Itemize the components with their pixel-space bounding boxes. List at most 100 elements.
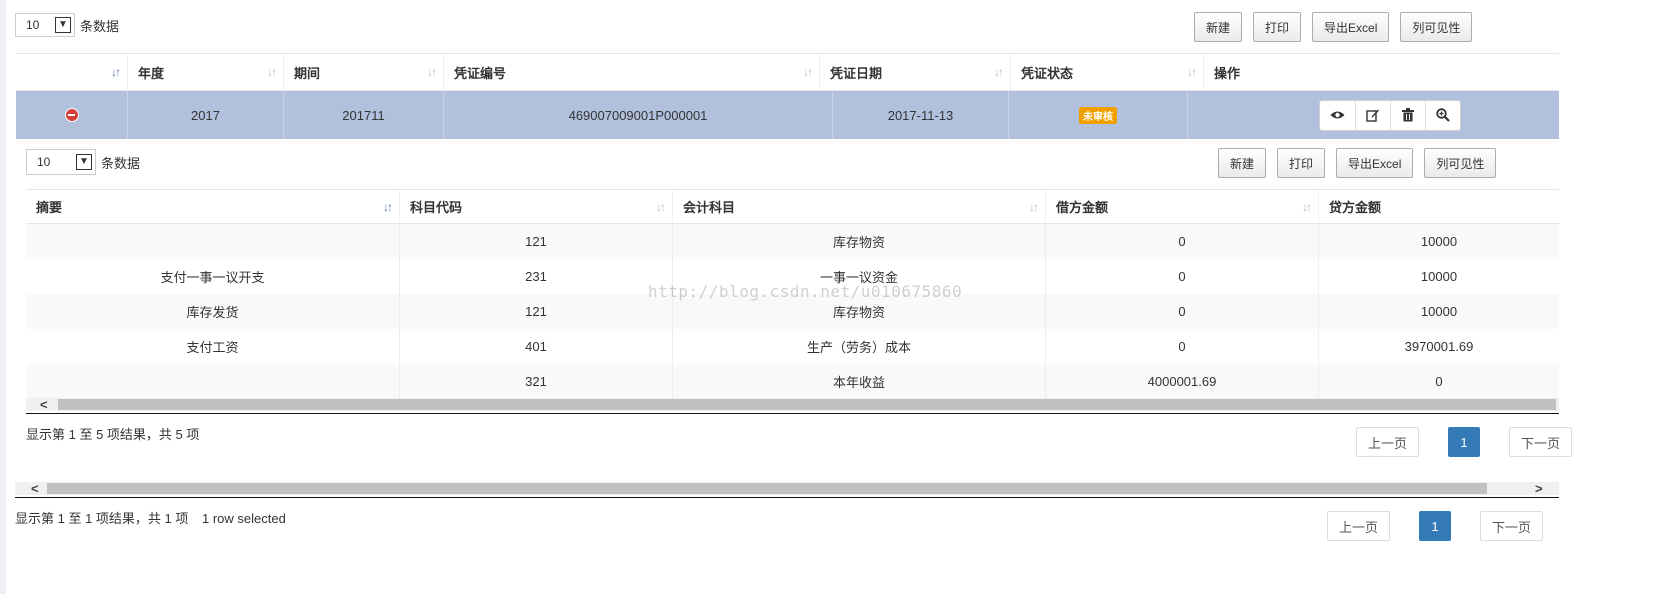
outer-cell-status: 未审核 — [1008, 91, 1187, 139]
outer-row-control[interactable] — [16, 91, 127, 139]
inner-page-1-button[interactable]: 1 — [1448, 427, 1481, 457]
outer-page-length-label: 条数据 — [80, 18, 120, 34]
outer-col-actions-label: 操作 — [1214, 65, 1241, 81]
outer-col-control[interactable]: ↓↑ — [16, 54, 127, 90]
outer-scrollbar-thumb[interactable] — [47, 483, 1487, 494]
inner-table-header: 摘要 ↓↑ 科目代码 ↓↑ 会计科目 ↓↑ 借方金额 ↓↑ 贷方金额 — [26, 189, 1559, 224]
inner-scrollbar-thumb[interactable] — [58, 399, 1556, 410]
edit-icon[interactable] — [1355, 100, 1390, 130]
outer-column-visibility-button[interactable]: 列可见性 — [1400, 12, 1473, 42]
outer-col-voucher-no[interactable]: 凭证编号 ↓↑ — [443, 54, 819, 90]
outer-table-header: ↓↑ 年度 ↓↑ 期间 ↓↑ 凭证编号 ↓↑ 凭证日期 ↓↑ 凭证状态 ↓↑ 操… — [16, 53, 1559, 91]
left-edge — [0, 0, 6, 594]
outer-col-date[interactable]: 凭证日期 ↓↑ — [819, 54, 1010, 90]
cell-credit: 10000 — [1318, 224, 1559, 259]
table-row[interactable]: 库存发货 121 库存物资 0 10000 — [26, 294, 1559, 329]
trash-icon[interactable] — [1390, 100, 1425, 130]
outer-col-period-label: 期间 — [294, 65, 321, 81]
outer-new-button[interactable]: 新建 — [1194, 12, 1243, 42]
table-row[interactable]: 支付一事一议开支 231 一事一议资金 0 10000 — [26, 259, 1559, 294]
outer-col-year[interactable]: 年度 ↓↑ — [127, 54, 283, 90]
outer-page-length: 10 ▼ 条数据 — [15, 13, 119, 37]
cell-code: 321 — [399, 364, 672, 399]
outer-table-info: 显示第 1 至 1 项结果，共 1 项 1 row selected — [15, 508, 286, 527]
chevron-left-icon[interactable]: < — [40, 397, 48, 412]
inner-export-excel-button[interactable]: 导出Excel — [1336, 148, 1414, 178]
sort-icon: ↓↑ — [1187, 65, 1197, 79]
inner-print-button[interactable]: 打印 — [1277, 148, 1326, 178]
outer-toolbar: 新建 打印 导出Excel 列可见性 — [1194, 12, 1473, 42]
chevron-right-icon[interactable]: > — [1535, 481, 1543, 496]
inner-col-debit[interactable]: 借方金额 ↓↑ — [1045, 190, 1318, 223]
outer-prev-page-button[interactable]: 上一页 — [1327, 511, 1391, 541]
cell-credit: 0 — [1318, 364, 1559, 399]
inner-toolbar: 新建 打印 导出Excel 列可见性 — [1218, 148, 1497, 178]
outer-col-actions: 操作 — [1203, 54, 1559, 90]
inner-page-length-value: 10 — [37, 155, 51, 169]
cell-code: 121 — [399, 224, 672, 259]
cell-summary: 库存发货 — [186, 305, 239, 320]
cell-account: 一事一议资金 — [672, 259, 1045, 294]
chevron-down-icon: ▼ — [55, 17, 71, 33]
outer-print-button[interactable]: 打印 — [1253, 12, 1302, 42]
cell-summary: 支付一事一议开支 — [160, 270, 265, 285]
inner-column-visibility-button[interactable]: 列可见性 — [1424, 148, 1497, 178]
outer-cell-period: 201711 — [283, 91, 443, 139]
outer-export-excel-button[interactable]: 导出Excel — [1312, 12, 1390, 42]
cell-debit: 0 — [1045, 329, 1318, 364]
outer-col-year-label: 年度 — [138, 65, 165, 81]
outer-cell-date: 2017-11-13 — [832, 91, 1008, 139]
cell-account: 本年收益 — [672, 364, 1045, 399]
outer-col-voucher-no-label: 凭证编号 — [454, 65, 507, 81]
sort-icon: ↓↑ — [1302, 199, 1312, 214]
inner-col-code[interactable]: 科目代码 ↓↑ — [399, 190, 672, 223]
inner-page-length-select[interactable]: 10 ▼ — [26, 149, 96, 175]
cell-credit: 3970001.69 — [1318, 329, 1559, 364]
table-row[interactable]: 321 本年收益 4000001.69 0 — [26, 364, 1559, 399]
chevron-left-icon[interactable]: < — [31, 481, 39, 496]
table-row[interactable]: 121 库存物资 0 10000 — [26, 224, 1559, 259]
inner-next-page-button[interactable]: 下一页 — [1509, 427, 1573, 457]
cell-credit: 10000 — [1318, 294, 1559, 329]
outer-page-1-button[interactable]: 1 — [1419, 511, 1452, 541]
outer-cell-actions — [1187, 91, 1559, 139]
cell-code: 401 — [399, 329, 672, 364]
inner-col-summary[interactable]: 摘要 ↓↑ — [26, 190, 399, 223]
eye-icon[interactable] — [1320, 101, 1355, 130]
outer-col-status[interactable]: 凭证状态 ↓↑ — [1010, 54, 1203, 90]
outer-page-length-value: 10 — [26, 18, 40, 32]
inner-table-info: 显示第 1 至 5 项结果，共 5 项 — [26, 427, 200, 442]
inner-prev-page-button[interactable]: 上一页 — [1356, 427, 1420, 457]
cell-debit: 0 — [1045, 224, 1318, 259]
outer-cell-year: 2017 — [127, 91, 283, 139]
row-action-group — [1319, 99, 1461, 131]
inner-new-button[interactable]: 新建 — [1218, 148, 1267, 178]
outer-pagination: 上一页 1 下一页 — [1327, 511, 1544, 541]
inner-pagination: 上一页 1 下一页 — [1356, 427, 1573, 457]
zoom-icon[interactable] — [1425, 100, 1460, 130]
outer-col-date-label: 凭证日期 — [830, 65, 883, 81]
sort-icon: ↓↑ — [656, 199, 666, 214]
table-row[interactable]: 支付工资 401 生产（劳务）成本 0 3970001.69 — [26, 329, 1559, 364]
cell-account: 库存物资 — [672, 224, 1045, 259]
outer-cell-voucher-no: 469007009001P000001 — [443, 91, 832, 139]
inner-col-debit-label: 借方金额 — [1056, 200, 1109, 215]
minus-circle-icon[interactable] — [64, 108, 79, 122]
inner-col-credit-label: 贷方金额 — [1329, 200, 1382, 215]
chevron-down-icon: ▼ — [76, 154, 92, 170]
sort-icon: ↓↑ — [1029, 199, 1039, 214]
cell-summary — [26, 224, 399, 259]
cell-debit: 0 — [1045, 294, 1318, 329]
cell-account: 库存物资 — [672, 294, 1045, 329]
outer-next-page-button[interactable]: 下一页 — [1480, 511, 1544, 541]
outer-col-period[interactable]: 期间 ↓↑ — [283, 54, 443, 90]
inner-col-summary-label: 摘要 — [36, 200, 63, 215]
inner-col-credit[interactable]: 贷方金额 — [1318, 190, 1559, 223]
outer-page-length-select[interactable]: 10 ▼ — [15, 13, 75, 37]
outer-selected-row[interactable]: 2017 201711 469007009001P000001 2017-11-… — [16, 91, 1559, 139]
cell-summary — [26, 364, 399, 399]
inner-col-account[interactable]: 会计科目 ↓↑ — [672, 190, 1045, 223]
outer-horizontal-scrollbar[interactable]: < > — [15, 481, 1559, 496]
inner-horizontal-scrollbar[interactable]: < — [26, 397, 1559, 412]
outer-table-info-text: 显示第 1 至 1 项结果，共 1 项 — [15, 511, 189, 526]
